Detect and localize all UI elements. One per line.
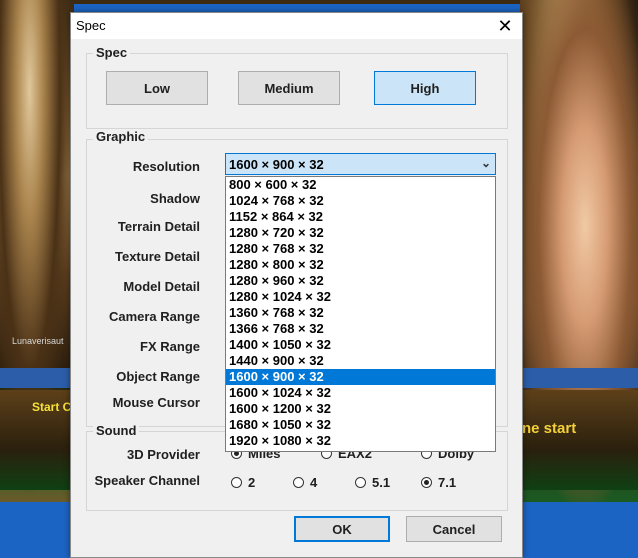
radio-icon [293, 477, 304, 488]
resolution-option[interactable]: 1280 × 800 × 32 [226, 257, 495, 273]
resolution-option[interactable]: 1680 × 1050 × 32 [226, 417, 495, 433]
resolution-option[interactable]: 1280 × 768 × 32 [226, 241, 495, 257]
spec-dialog: Spec ✕ Spec Low Medium High Graphic Reso… [70, 12, 523, 558]
launcher-left-bar [0, 368, 74, 388]
fx-range-label: FX Range [140, 339, 200, 354]
resolution-label: Resolution [132, 159, 200, 174]
resolution-option[interactable]: 1440 × 900 × 32 [226, 353, 495, 369]
model-detail-label: Model Detail [123, 279, 200, 294]
sound-legend: Sound [93, 423, 140, 438]
resolution-option[interactable]: 1024 × 768 × 32 [226, 193, 495, 209]
channel-2-radio[interactable]: 2 [231, 475, 255, 490]
spec-medium-button[interactable]: Medium [238, 71, 340, 105]
radio-icon [355, 477, 366, 488]
launcher-start-button[interactable]: ne start [522, 420, 576, 437]
3d-provider-label: 3D Provider [127, 447, 200, 462]
resolution-option[interactable]: 1366 × 768 × 32 [226, 321, 495, 337]
mouse-cursor-label: Mouse Cursor [112, 395, 200, 410]
resolution-option[interactable]: 1280 × 960 × 32 [226, 273, 495, 289]
object-range-label: Object Range [116, 369, 200, 384]
terrain-detail-label: Terrain Detail [117, 219, 200, 234]
launcher-right-bar [520, 368, 638, 388]
graphic-legend: Graphic [93, 129, 149, 144]
resolution-option[interactable]: 1920 × 1080 × 32 [226, 433, 495, 449]
spec-legend: Spec [93, 45, 131, 60]
channel-4-radio[interactable]: 4 [293, 475, 317, 490]
launcher-caption: Lunaverisaut [12, 336, 64, 346]
channel-2-label: 2 [248, 475, 256, 490]
texture-detail-label: Texture Detail [114, 249, 200, 264]
speaker-channel-label: Speaker Channel [94, 473, 201, 488]
resolution-selected-value: 1600 × 900 × 32 [229, 157, 324, 172]
cancel-button[interactable]: Cancel [406, 516, 502, 542]
shadow-label: Shadow [150, 191, 200, 206]
title-bar[interactable]: Spec ✕ [71, 13, 522, 39]
resolution-option[interactable]: 1280 × 1024 × 32 [226, 289, 495, 305]
channel-5-1-radio[interactable]: 5.1 [355, 475, 390, 490]
resolution-option[interactable]: 800 × 600 × 32 [226, 177, 495, 193]
resolution-option[interactable]: 1152 × 864 × 32 [226, 209, 495, 225]
radio-icon [421, 477, 432, 488]
resolution-option[interactable]: 1600 × 1024 × 32 [226, 385, 495, 401]
close-icon[interactable]: ✕ [492, 15, 518, 37]
channel-5-1-label: 5.1 [372, 475, 391, 490]
launcher-start-text-left: Start C [32, 400, 72, 414]
channel-7-1-label: 7.1 [438, 475, 457, 490]
ok-button[interactable]: OK [294, 516, 390, 542]
channel-7-1-radio[interactable]: 7.1 [421, 475, 456, 490]
dialog-title: Spec [76, 18, 106, 33]
resolution-option[interactable]: 1400 × 1050 × 32 [226, 337, 495, 353]
spec-low-button[interactable]: Low [106, 71, 208, 105]
camera-range-label: Camera Range [108, 309, 200, 324]
resolution-dropdown-list[interactable]: 800 × 600 × 32 1024 × 768 × 32 1152 × 864 … [225, 176, 496, 452]
resolution-option[interactable]: 1600 × 900 × 32 [226, 369, 495, 385]
resolution-option[interactable]: 1360 × 768 × 32 [226, 305, 495, 321]
radio-icon [231, 477, 242, 488]
resolution-option[interactable]: 1280 × 720 × 32 [226, 225, 495, 241]
launcher-right-panel [520, 390, 638, 490]
channel-4-label: 4 [310, 475, 318, 490]
spec-high-button[interactable]: High [374, 71, 476, 105]
chevron-down-icon[interactable]: ⌄ [481, 156, 491, 170]
resolution-option[interactable]: 1600 × 1200 × 32 [226, 401, 495, 417]
resolution-select[interactable]: 1600 × 900 × 32 ⌄ [225, 153, 496, 175]
